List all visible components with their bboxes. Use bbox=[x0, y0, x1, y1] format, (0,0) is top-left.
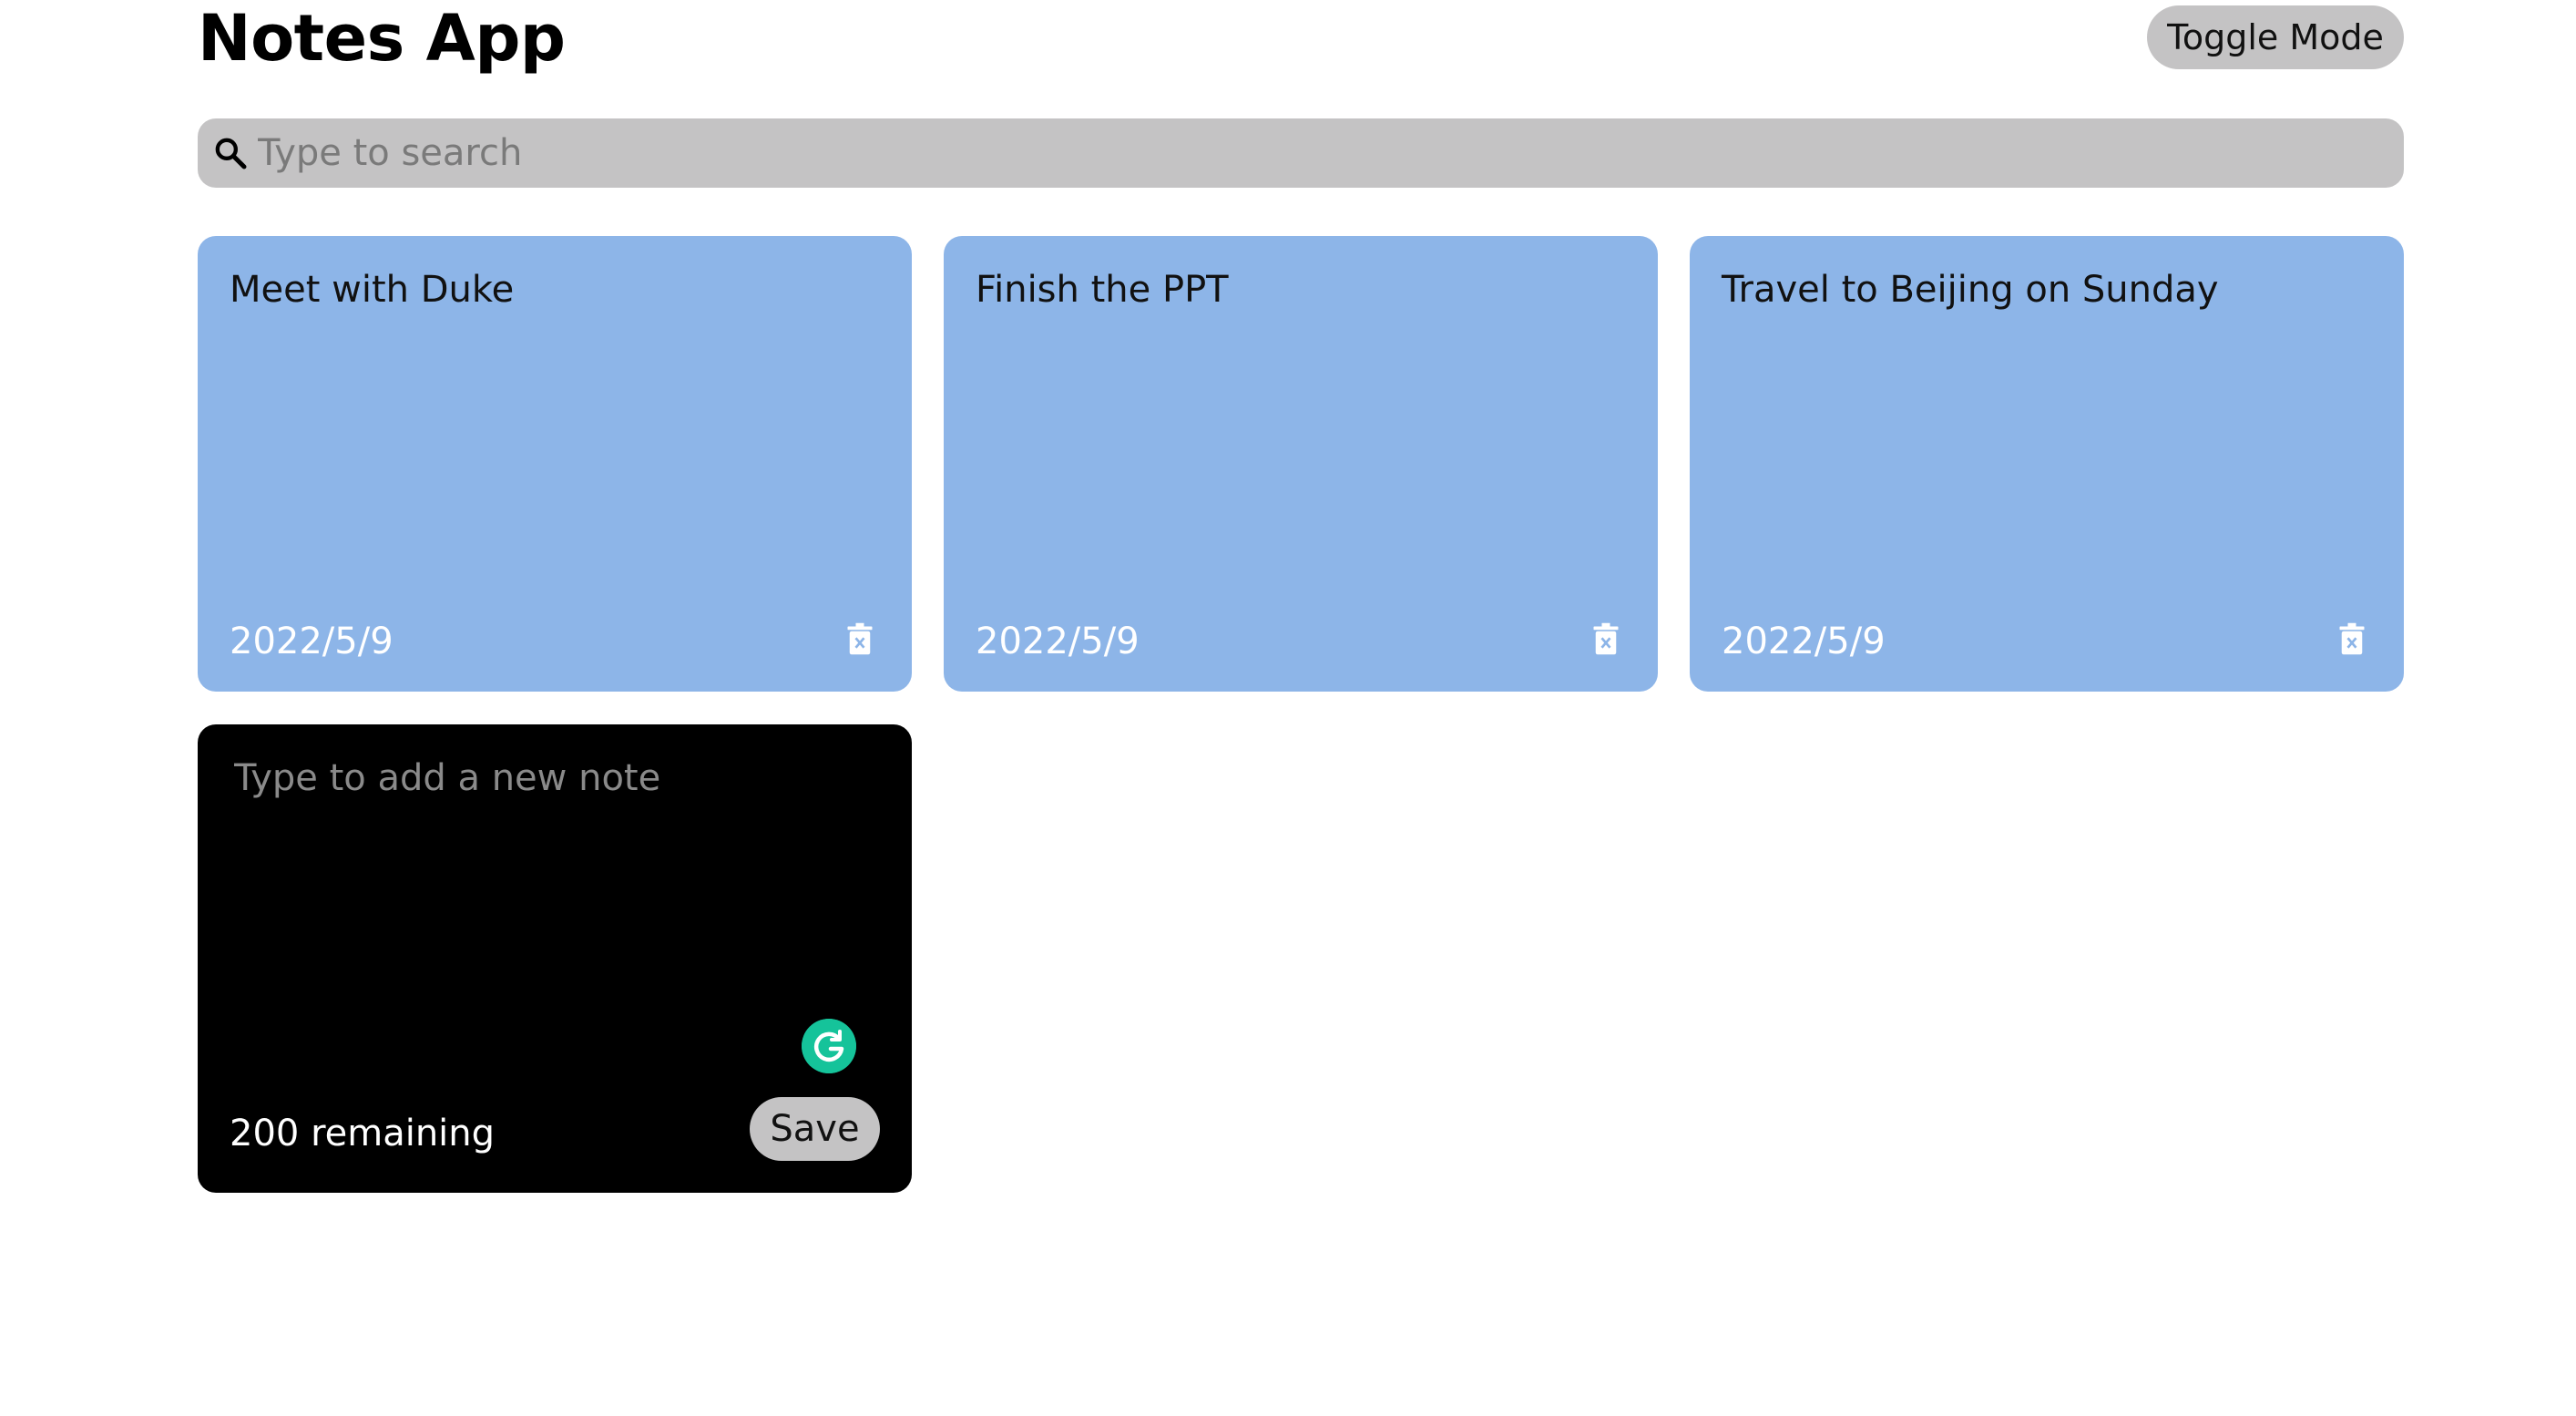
note-date: 2022/5/9 bbox=[976, 621, 1140, 662]
note-date: 2022/5/9 bbox=[1722, 621, 1886, 662]
new-note-input[interactable] bbox=[234, 755, 872, 1029]
note-card: Finish the PPT 2022/5/9 bbox=[944, 236, 1658, 692]
trash-icon[interactable] bbox=[1592, 622, 1620, 655]
app-title: Notes App bbox=[198, 1, 566, 76]
note-date: 2022/5/9 bbox=[230, 621, 394, 662]
search-input[interactable] bbox=[258, 118, 2404, 188]
trash-icon[interactable] bbox=[846, 622, 874, 655]
search-bar[interactable] bbox=[198, 118, 2404, 188]
note-card: Travel to Beijing on Sunday 2022/5/9 bbox=[1690, 236, 2404, 692]
note-text: Finish the PPT bbox=[976, 269, 1229, 311]
notes-grid: Meet with Duke 2022/5/9 Finish the PPT 2… bbox=[198, 236, 2404, 1193]
save-button[interactable]: Save bbox=[750, 1097, 880, 1161]
note-text: Travel to Beijing on Sunday bbox=[1722, 269, 2219, 311]
trash-icon[interactable] bbox=[2338, 622, 2366, 655]
remaining-count: 200 remaining bbox=[230, 1113, 496, 1154]
new-note-card: 200 remaining Save bbox=[198, 724, 912, 1193]
search-icon bbox=[215, 138, 247, 169]
grammarly-icon[interactable] bbox=[802, 1019, 856, 1073]
note-card: Meet with Duke 2022/5/9 bbox=[198, 236, 912, 692]
header: Notes App Toggle Mode bbox=[198, 0, 2404, 91]
note-text: Meet with Duke bbox=[230, 269, 515, 311]
toggle-mode-button[interactable]: Toggle Mode bbox=[2147, 5, 2404, 69]
